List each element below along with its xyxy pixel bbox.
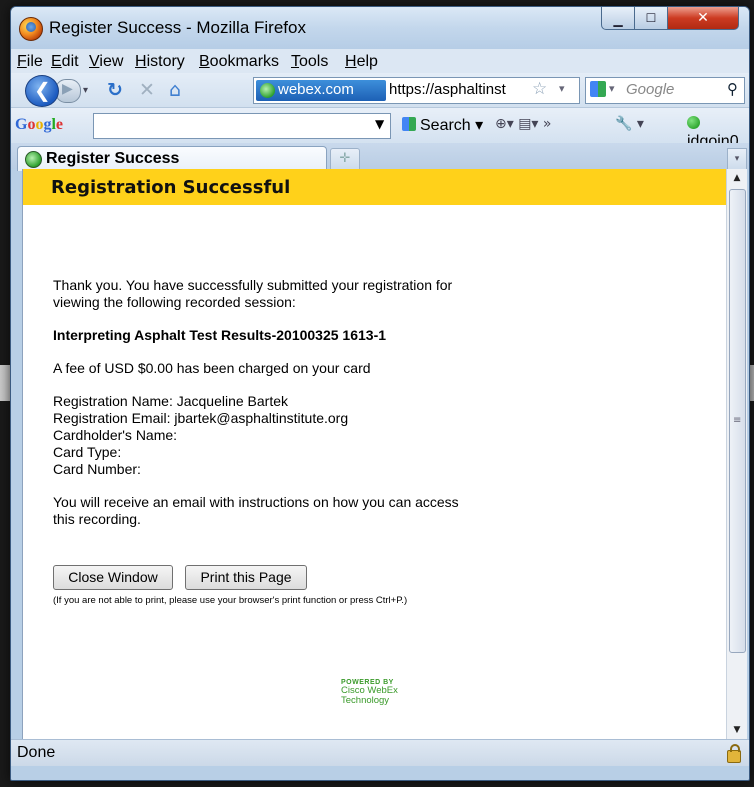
site-identity-label: webex.com (278, 81, 354, 98)
cardholder-name: Cardholder's Name: (53, 427, 178, 443)
navigation-toolbar: ▶ ❮ ▾ ↻ ✕ ⌂ webex.com https://asphaltins… (11, 73, 749, 107)
history-dropdown-icon[interactable]: ▾ (83, 85, 88, 96)
minimize-icon: ▁ (613, 13, 623, 28)
url-dropdown-icon[interactable]: ▾ (559, 82, 565, 95)
search-engine-icon[interactable] (590, 81, 606, 97)
lock-icon[interactable] (727, 744, 741, 763)
maximize-button[interactable]: ☐ (634, 7, 668, 30)
scroll-up-arrow-icon[interactable]: ▲ (727, 169, 747, 187)
google-search-button[interactable]: Search ▾ (402, 115, 483, 135)
google-input-dropdown-icon[interactable]: ▼ (375, 117, 384, 131)
registration-name: Registration Name: Jacqueline Bartek (53, 393, 289, 409)
vertical-scrollbar[interactable]: ▲ ≡ ▼ (726, 169, 747, 739)
card-number: Card Number: (53, 461, 141, 477)
close-window-button[interactable]: ✕ (667, 7, 739, 30)
menu-bookmarks[interactable]: Bookmarks (199, 53, 279, 71)
reload-icon[interactable]: ↻ (107, 79, 123, 101)
close-icon: ✕ (697, 10, 709, 26)
back-arrow-icon: ❮ (34, 78, 51, 102)
bookmark-star-icon[interactable]: ☆ (532, 79, 547, 99)
page-banner: Registration Successful (23, 169, 727, 205)
scroll-down-arrow-icon[interactable]: ▼ (727, 721, 747, 739)
tab-register-success[interactable]: Register Success (17, 146, 327, 171)
card-type: Card Type: (53, 444, 122, 460)
search-box[interactable]: ▾ Google ⚲ (585, 77, 745, 104)
site-identity-button[interactable]: webex.com (256, 80, 386, 101)
forward-arrow-icon: ▶ (62, 81, 73, 97)
address-bar[interactable]: webex.com https://asphaltinst ☆ ▾ (253, 77, 580, 104)
menu-edit[interactable]: Edit (51, 53, 79, 71)
thank-you-text: Thank you. You have successfully submitt… (53, 277, 453, 310)
google-search-icon (402, 117, 416, 131)
home-icon[interactable]: ⌂ (169, 79, 181, 101)
session-title: Interpreting Asphalt Test Results-201003… (53, 327, 387, 343)
minimize-button[interactable]: ▁ (601, 7, 635, 30)
scrollbar-grip-icon: ≡ (733, 415, 742, 426)
powered-by-logo[interactable]: POWERED BY Cisco WebEx Technology (341, 679, 398, 706)
powered-brand-line2: Technology (341, 695, 390, 706)
print-note: (If you are not able to print, please us… (53, 595, 408, 606)
new-tab-button[interactable]: ✛ (330, 148, 360, 171)
menu-history[interactable]: History (135, 53, 185, 71)
fee-text: A fee of USD $0.00 has been charged on y… (53, 360, 371, 376)
status-bar: Done (11, 739, 749, 766)
menu-help[interactable]: Help (345, 53, 378, 71)
google-logo[interactable]: Google (15, 116, 63, 134)
firefox-icon[interactable] (19, 17, 43, 41)
status-text: Done (17, 744, 56, 761)
window-title: Register Success - Mozilla Firefox (49, 18, 306, 37)
page-title: Registration Successful (51, 177, 291, 198)
back-button[interactable]: ❮ (25, 75, 59, 107)
registration-email: Registration Email: jbartek@asphaltinsti… (53, 410, 349, 426)
account-status-icon (687, 116, 700, 129)
url-text[interactable]: https://asphaltinst (389, 81, 529, 98)
wrench-icon[interactable]: 🔧 ▾ (615, 116, 644, 132)
search-placeholder: Google (626, 81, 675, 98)
title-bar: Register Success - Mozilla Firefox ▁ ☐ ✕ (11, 7, 749, 49)
email-instructions-text: You will receive an email with instructi… (53, 494, 459, 527)
tab-label: Register Success (46, 150, 180, 167)
menu-view[interactable]: View (89, 53, 123, 71)
search-icon[interactable]: ⚲ (727, 80, 738, 98)
google-toolbar: Google ▼ Search ▾ ⊕▾ ▤▾ » 🔧 ▾ jdgoin0 (11, 107, 749, 150)
tab-bar: Register Success ✛ ▾ (11, 143, 749, 171)
menu-file[interactable]: File (17, 53, 43, 71)
close-window-page-button[interactable]: Close Window (53, 565, 173, 590)
tab-list-button[interactable]: ▾ (727, 148, 747, 171)
print-page-button[interactable]: Print this Page (185, 565, 307, 590)
globe-icon (260, 83, 275, 98)
stop-icon[interactable]: ✕ (139, 79, 155, 101)
browser-window: Register Success - Mozilla Firefox ▁ ☐ ✕… (10, 6, 750, 781)
maximize-icon: ☐ (645, 11, 657, 25)
page-content: Registration Successful Thank you. You h… (22, 169, 727, 739)
menu-bar: File Edit View History Bookmarks Tools H… (11, 49, 749, 73)
google-toolbar-buttons-icon[interactable]: ⊕▾ ▤▾ » (495, 116, 551, 132)
google-search-input[interactable] (93, 113, 391, 139)
tab-favicon-icon (25, 151, 42, 168)
google-search-label: Search (420, 117, 471, 134)
search-engine-dropdown-icon[interactable]: ▾ (609, 82, 615, 95)
scrollbar-thumb[interactable]: ≡ (729, 189, 746, 653)
menu-tools[interactable]: Tools (291, 53, 328, 71)
